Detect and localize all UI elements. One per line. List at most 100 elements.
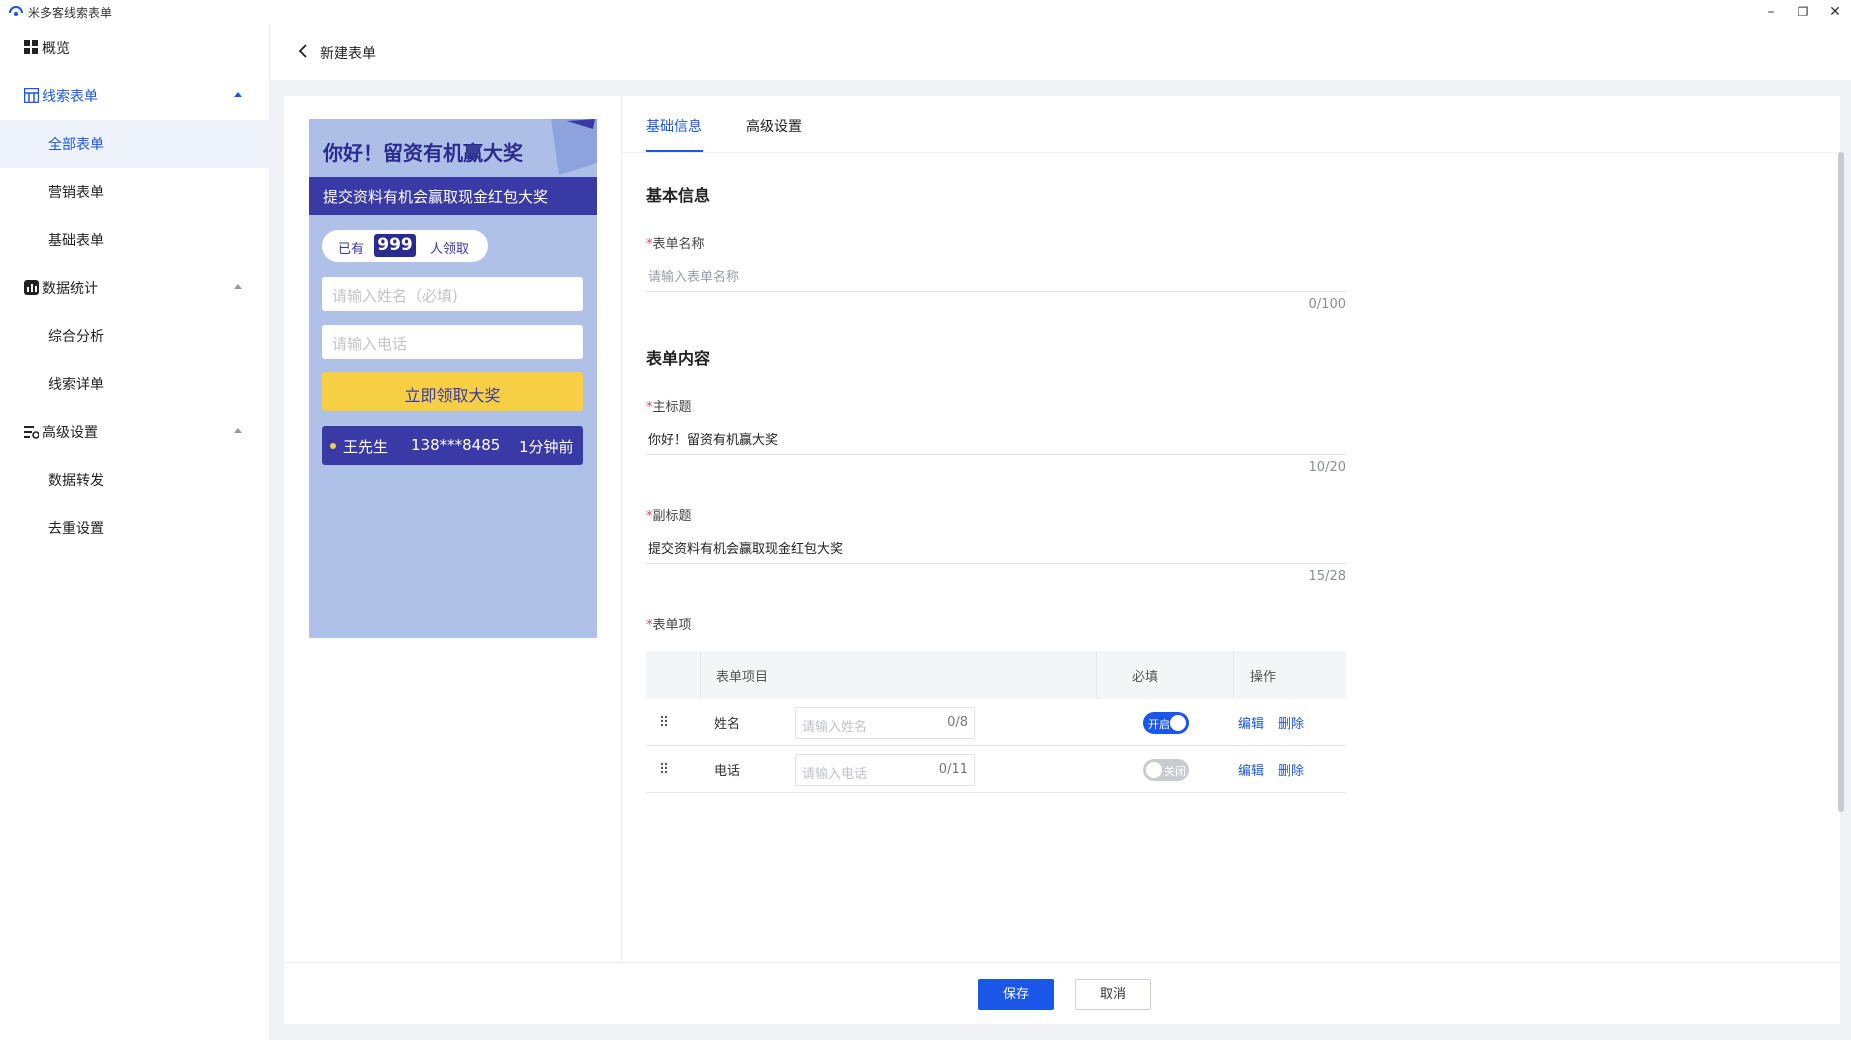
chart-icon	[24, 280, 39, 295]
drag-handle-icon[interactable]	[660, 714, 668, 728]
sub-title-input[interactable]: 提交资料有机会赢取现金红包大奖	[646, 528, 1346, 564]
sidebar-group-advanced[interactable]: 高级设置	[0, 408, 270, 456]
tab-bar: 基础信息 高级设置	[622, 96, 1840, 153]
sidebar-group-label: 数据统计	[42, 281, 98, 297]
sidebar-item-basic-forms[interactable]: 基础表单	[0, 216, 270, 264]
field-placeholder: 请输入姓名	[802, 720, 868, 735]
sidebar-group-label: 线索表单	[42, 89, 98, 105]
sidebar-item-data-forwarding[interactable]: 数据转发	[0, 456, 270, 504]
counter-suffix: 人领取	[430, 242, 470, 257]
preview-claim-label: 立即领取大奖	[404, 386, 501, 405]
delete-link[interactable]: 删除	[1278, 760, 1304, 779]
sidebar-item-marketing-forms[interactable]: 营销表单	[0, 168, 270, 216]
column-divider	[1233, 651, 1234, 699]
edit-link[interactable]: 编辑	[1238, 713, 1264, 732]
page-title: 新建表单	[320, 46, 376, 62]
ticker-time: 1分钟前	[519, 438, 574, 456]
app-logo-icon	[9, 6, 23, 16]
caret-up-icon	[234, 92, 242, 97]
table-row: 姓名 请输入姓名 0/8 开启 编辑 删除	[646, 699, 1346, 746]
sidebar: 概览 线索表单 全部表单 营销表单 基础表单 数据统计 综合分析 线索详单 高级…	[0, 24, 270, 1040]
preview-ticker: 王先生 138***8485 1分钟前	[322, 426, 583, 465]
preview-phone-placeholder: 请输入电话	[332, 335, 408, 353]
sidebar-item-label: 综合分析	[48, 329, 104, 345]
sidebar-item-overview[interactable]: 概览	[0, 24, 270, 72]
close-button[interactable]: ✕	[1817, 0, 1851, 24]
form-items-label-text: 表单项	[652, 618, 692, 633]
minimize-button[interactable]: –	[1753, 0, 1789, 24]
column-header-item: 表单项目	[716, 670, 769, 685]
field-placeholder: 请输入电话	[802, 767, 868, 782]
column-header-required: 必填	[1132, 670, 1159, 685]
field-placeholder-input[interactable]: 请输入姓名 0/8	[795, 707, 975, 739]
sidebar-item-all-forms[interactable]: 全部表单	[0, 120, 270, 168]
preview-name-placeholder: 请输入姓名（必填)	[332, 287, 458, 305]
section-title-basic: 基本信息	[646, 186, 711, 205]
cancel-button[interactable]: 取消	[1075, 979, 1151, 1010]
toggle-knob	[1170, 715, 1186, 731]
save-button[interactable]: 保存	[978, 979, 1054, 1010]
form-preview: 你好！留资有机赢大奖 提交资料有机会赢取现金红包大奖 已有 999 人领取 请输…	[309, 119, 597, 638]
sub-title-value: 提交资料有机会赢取现金红包大奖	[648, 542, 844, 557]
field-placeholder-input[interactable]: 请输入电话 0/11	[795, 754, 975, 786]
sidebar-group-lead-forms[interactable]: 线索表单	[0, 72, 270, 120]
page-header: 新建表单	[270, 24, 1851, 80]
field-name: 姓名	[714, 717, 741, 732]
drag-handle-icon[interactable]	[660, 761, 668, 775]
caret-up-icon	[234, 284, 242, 289]
settings-list-icon	[24, 426, 39, 439]
sidebar-item-analysis[interactable]: 综合分析	[0, 312, 270, 360]
main-title-input[interactable]: 你好！留资有机赢大奖	[646, 419, 1346, 455]
sidebar-item-dedup-settings[interactable]: 去重设置	[0, 504, 270, 552]
form-name-label: *表单名称	[646, 233, 705, 252]
sidebar-group-label: 高级设置	[42, 425, 98, 441]
sub-title-label: *副标题	[646, 505, 692, 524]
main-title-label: *主标题	[646, 396, 692, 415]
ticker-phone: 138***8485	[411, 436, 501, 454]
form-name-label-text: 表单名称	[652, 237, 705, 252]
main-title-counter: 10/20	[1308, 460, 1346, 475]
sub-title-counter: 15/28	[1308, 569, 1346, 584]
envelope-decoration-icon	[551, 119, 597, 175]
form-name-input[interactable]: 请输入表单名称	[646, 256, 1346, 292]
main-title-value: 你好！留资有机赢大奖	[648, 433, 779, 448]
field-name: 电话	[714, 764, 741, 779]
section-title-content: 表单内容	[646, 349, 711, 368]
claim-counter: 已有 999 人领取	[322, 230, 488, 262]
column-header-actions: 操作	[1250, 670, 1277, 685]
dashboard-icon	[24, 40, 38, 54]
ticker-dot-icon	[330, 443, 336, 449]
restore-button[interactable]: ❐	[1785, 0, 1821, 24]
sidebar-item-label: 线索详单	[48, 377, 104, 393]
back-arrow-icon[interactable]	[296, 43, 310, 59]
sidebar-item-label: 去重设置	[48, 521, 104, 537]
preview-claim-button[interactable]: 立即领取大奖	[322, 372, 583, 411]
toggle-label: 关闭	[1164, 765, 1186, 778]
preview-header: 你好！留资有机赢大奖	[309, 119, 597, 177]
delete-link[interactable]: 删除	[1278, 713, 1304, 732]
tab-active-indicator	[646, 150, 703, 152]
sidebar-group-statistics[interactable]: 数据统计	[0, 264, 270, 312]
sidebar-item-lead-details[interactable]: 线索详单	[0, 360, 270, 408]
required-toggle[interactable]: 开启	[1143, 712, 1189, 734]
sidebar-item-label: 全部表单	[48, 137, 104, 153]
field-counter: 0/8	[947, 715, 968, 730]
preview-name-input[interactable]: 请输入姓名（必填)	[322, 277, 583, 311]
required-toggle[interactable]: 关闭	[1143, 759, 1189, 781]
sidebar-item-label: 数据转发	[48, 473, 104, 489]
tab-advanced-settings[interactable]: 高级设置	[746, 116, 802, 136]
scrollbar[interactable]	[1838, 152, 1844, 812]
preview-subtitle: 提交资料有机会赢取现金红包大奖	[323, 188, 549, 206]
sidebar-item-label: 概览	[42, 41, 70, 57]
form-name-counter: 0/100	[1308, 297, 1346, 312]
counter-prefix: 已有	[338, 242, 365, 257]
toggle-label: 开启	[1148, 718, 1170, 731]
column-divider	[1096, 651, 1097, 699]
main-title-label-text: 主标题	[652, 400, 692, 415]
tab-basic-info[interactable]: 基础信息	[646, 116, 702, 136]
preview-phone-input[interactable]: 请输入电话	[322, 325, 583, 359]
table-header: 表单项目 必填 操作	[646, 651, 1346, 699]
title-bar: 米多客线索表单 – ❐ ✕	[0, 0, 1851, 24]
edit-link[interactable]: 编辑	[1238, 760, 1264, 779]
counter-value: 999	[374, 234, 416, 257]
